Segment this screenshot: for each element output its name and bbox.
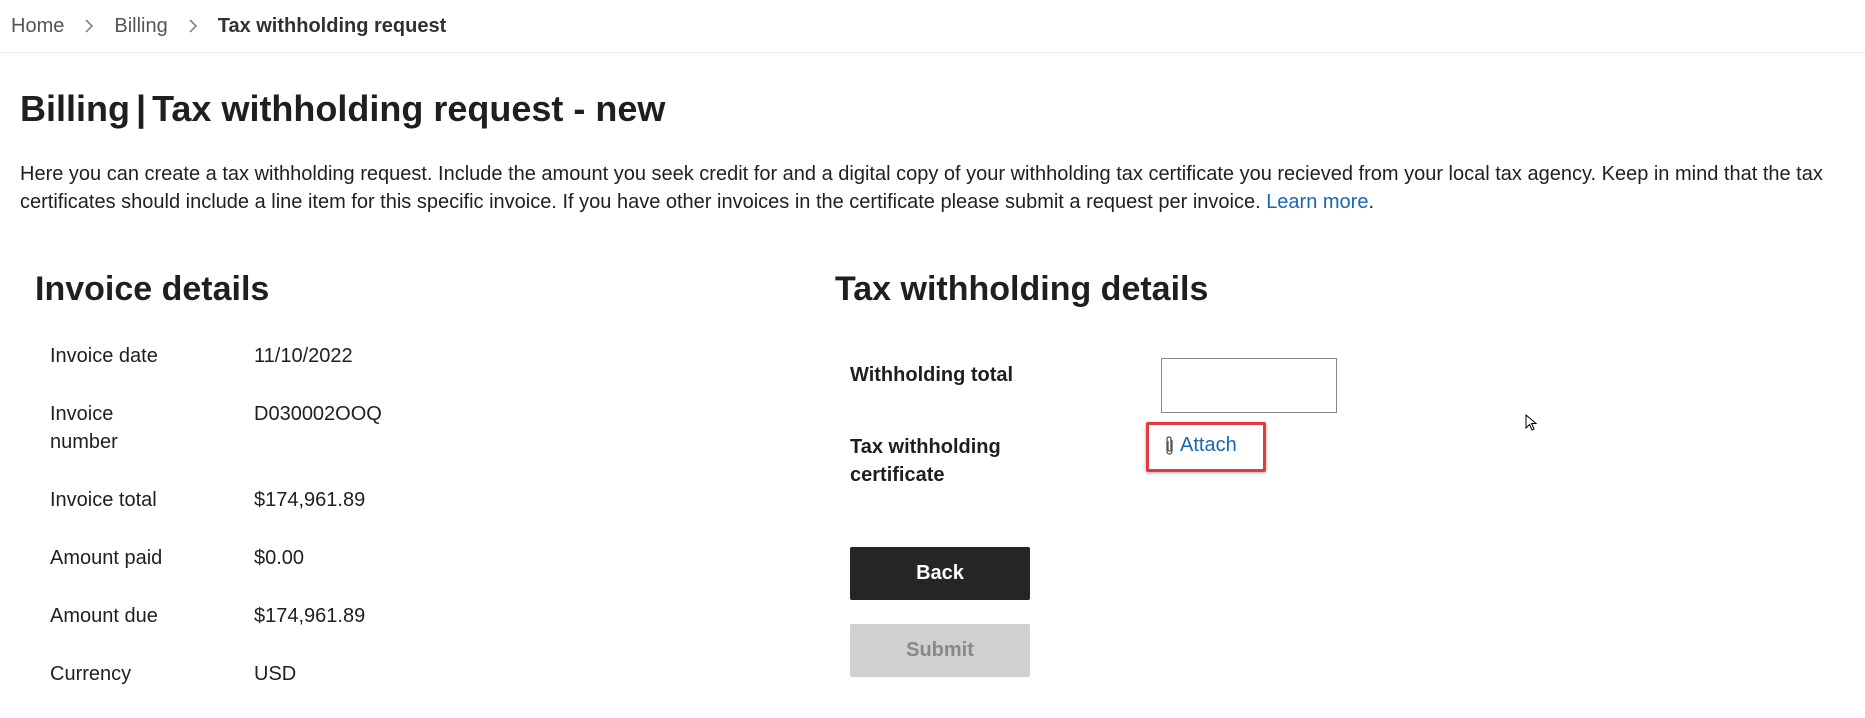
invoice-row: Currency USD: [50, 660, 610, 688]
withholding-total-label: Withholding total: [850, 364, 1014, 386]
paperclip-icon: [1166, 435, 1173, 455]
detail-value: USD: [254, 663, 297, 685]
certificate-label: Tax withholding certificate: [850, 436, 1001, 486]
detail-label: Amount due: [50, 605, 158, 627]
detail-value: D030002OOQ: [254, 403, 382, 425]
breadcrumb: Home Billing Tax withholding request: [0, 0, 1865, 53]
invoice-row: Amount paid $0.00: [50, 544, 610, 572]
tax-withholding-heading: Tax withholding details: [835, 270, 1209, 308]
page-title-section: Billing: [20, 88, 130, 129]
invoice-row: Invoice date 11/10/2022: [50, 342, 610, 370]
detail-label: Invoice date: [50, 345, 158, 367]
attach-label: Attach: [1180, 434, 1237, 456]
detail-value: 11/10/2022: [254, 345, 353, 367]
detail-value: $0.00: [254, 547, 305, 569]
detail-label: Invoice total: [50, 489, 157, 511]
page-title: Billing | Tax withholding request - new: [20, 88, 665, 130]
breadcrumb-current: Tax withholding request: [217, 14, 447, 37]
learn-more-suffix: .: [1368, 191, 1375, 213]
back-button[interactable]: Back: [850, 547, 1030, 600]
intro-text: Here you can create a tax withholding re…: [20, 163, 1823, 213]
invoice-row: Invoice number D030002OOQ: [50, 400, 610, 456]
breadcrumb-billing[interactable]: Billing: [114, 15, 167, 38]
submit-button[interactable]: Submit: [850, 624, 1030, 677]
mouse-cursor-icon: [1525, 414, 1538, 431]
detail-value: $174,961.89: [254, 489, 366, 511]
detail-label: Amount paid: [50, 547, 163, 569]
chevron-right-icon: [82, 19, 96, 33]
detail-label: Invoice number: [50, 403, 118, 453]
page-title-separator: |: [136, 88, 147, 129]
detail-label: Currency: [50, 663, 132, 685]
invoice-row: Invoice total $174,961.89: [50, 486, 610, 514]
attach-link[interactable]: Attach: [1163, 434, 1237, 457]
breadcrumb-home[interactable]: Home: [11, 15, 64, 38]
detail-value: $174,961.89: [254, 605, 366, 627]
invoice-details-heading: Invoice details: [35, 270, 270, 308]
intro-paragraph: Here you can create a tax withholding re…: [20, 160, 1850, 216]
page-title-text: Tax withholding request - new: [152, 88, 666, 129]
invoice-details-table: Invoice date 11/10/2022 Invoice number D…: [50, 342, 610, 718]
invoice-row: Amount due $174,961.89: [50, 602, 610, 630]
attach-highlight-box: Attach: [1146, 422, 1266, 472]
chevron-right-icon: [186, 19, 200, 33]
withholding-total-input[interactable]: [1161, 358, 1337, 413]
learn-more-link[interactable]: Learn more: [1266, 191, 1368, 213]
